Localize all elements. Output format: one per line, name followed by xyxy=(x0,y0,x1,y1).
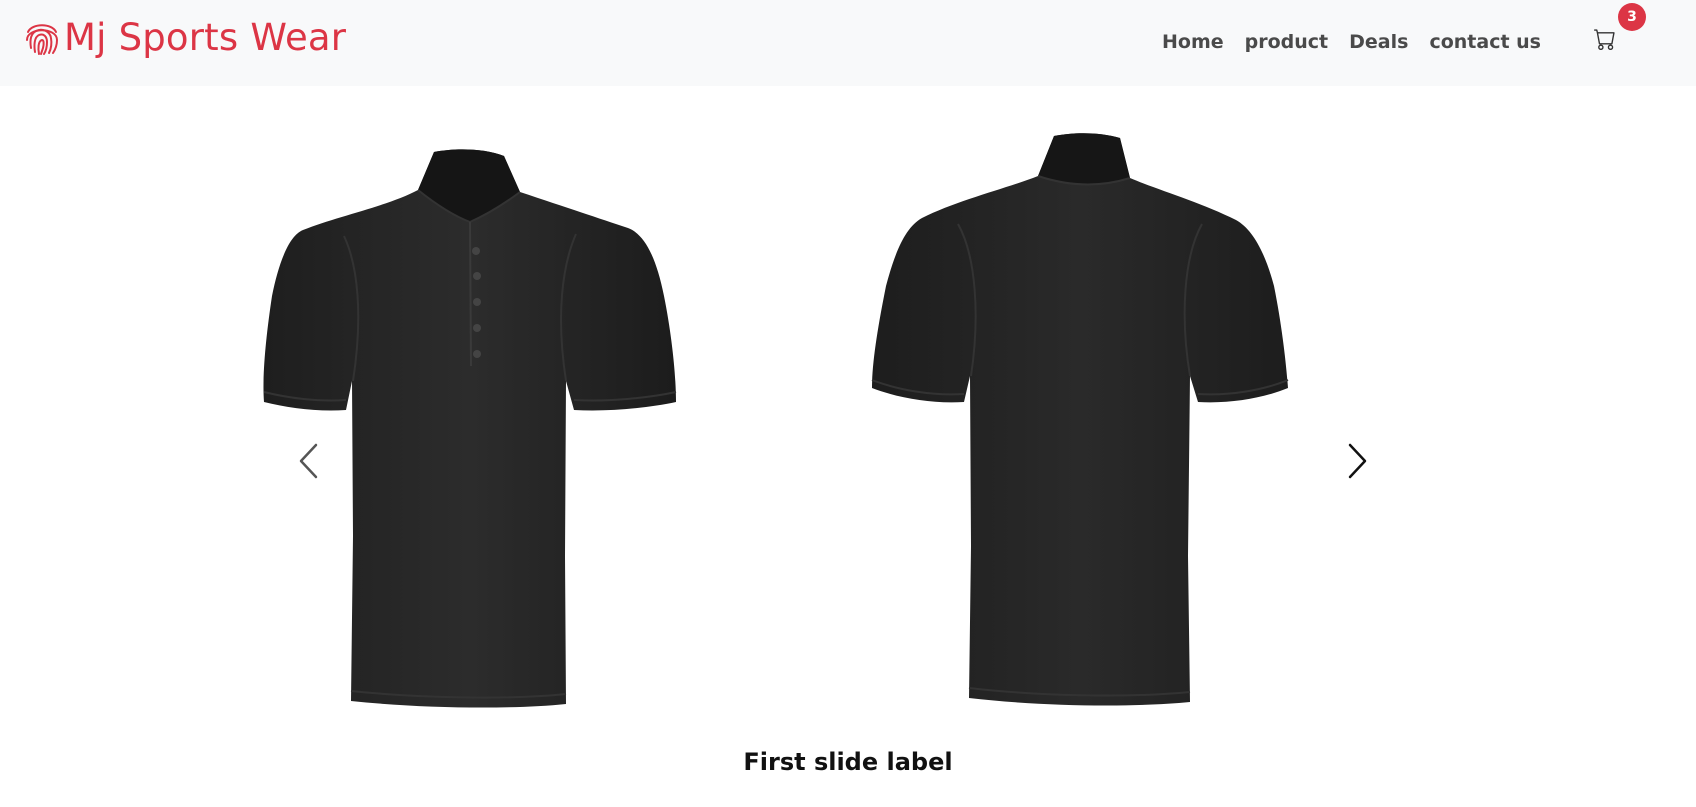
nav-links: Home product Deals contact us xyxy=(1162,26,1562,58)
slide-image xyxy=(258,126,1388,807)
carousel-prev-button[interactable] xyxy=(288,436,328,486)
product-carousel: First slide label xyxy=(0,86,1696,807)
cart-count-badge: 3 xyxy=(1618,3,1646,31)
carousel-next-button[interactable] xyxy=(1338,436,1378,486)
chevron-left-icon xyxy=(299,443,318,479)
navbar: Mj Sports Wear Home product Deals contac… xyxy=(0,0,1696,86)
cart-button[interactable] xyxy=(1594,28,1618,52)
nav-item-home[interactable]: Home xyxy=(1162,31,1224,53)
nav-item-product[interactable]: product xyxy=(1245,31,1329,53)
polo-shirt-front-image xyxy=(263,149,677,708)
fingerprint-icon xyxy=(26,24,59,55)
nav-item-deals[interactable]: Deals xyxy=(1349,31,1408,53)
brand-link[interactable]: Mj Sports Wear xyxy=(22,14,346,62)
slide-caption: First slide label xyxy=(743,748,953,776)
chevron-right-icon xyxy=(1348,443,1367,479)
cart-icon xyxy=(1594,29,1615,50)
brand-name: Mj Sports Wear xyxy=(64,16,347,59)
nav-item-contact-us[interactable]: contact us xyxy=(1429,31,1541,53)
polo-shirt-back-image xyxy=(871,133,1289,706)
